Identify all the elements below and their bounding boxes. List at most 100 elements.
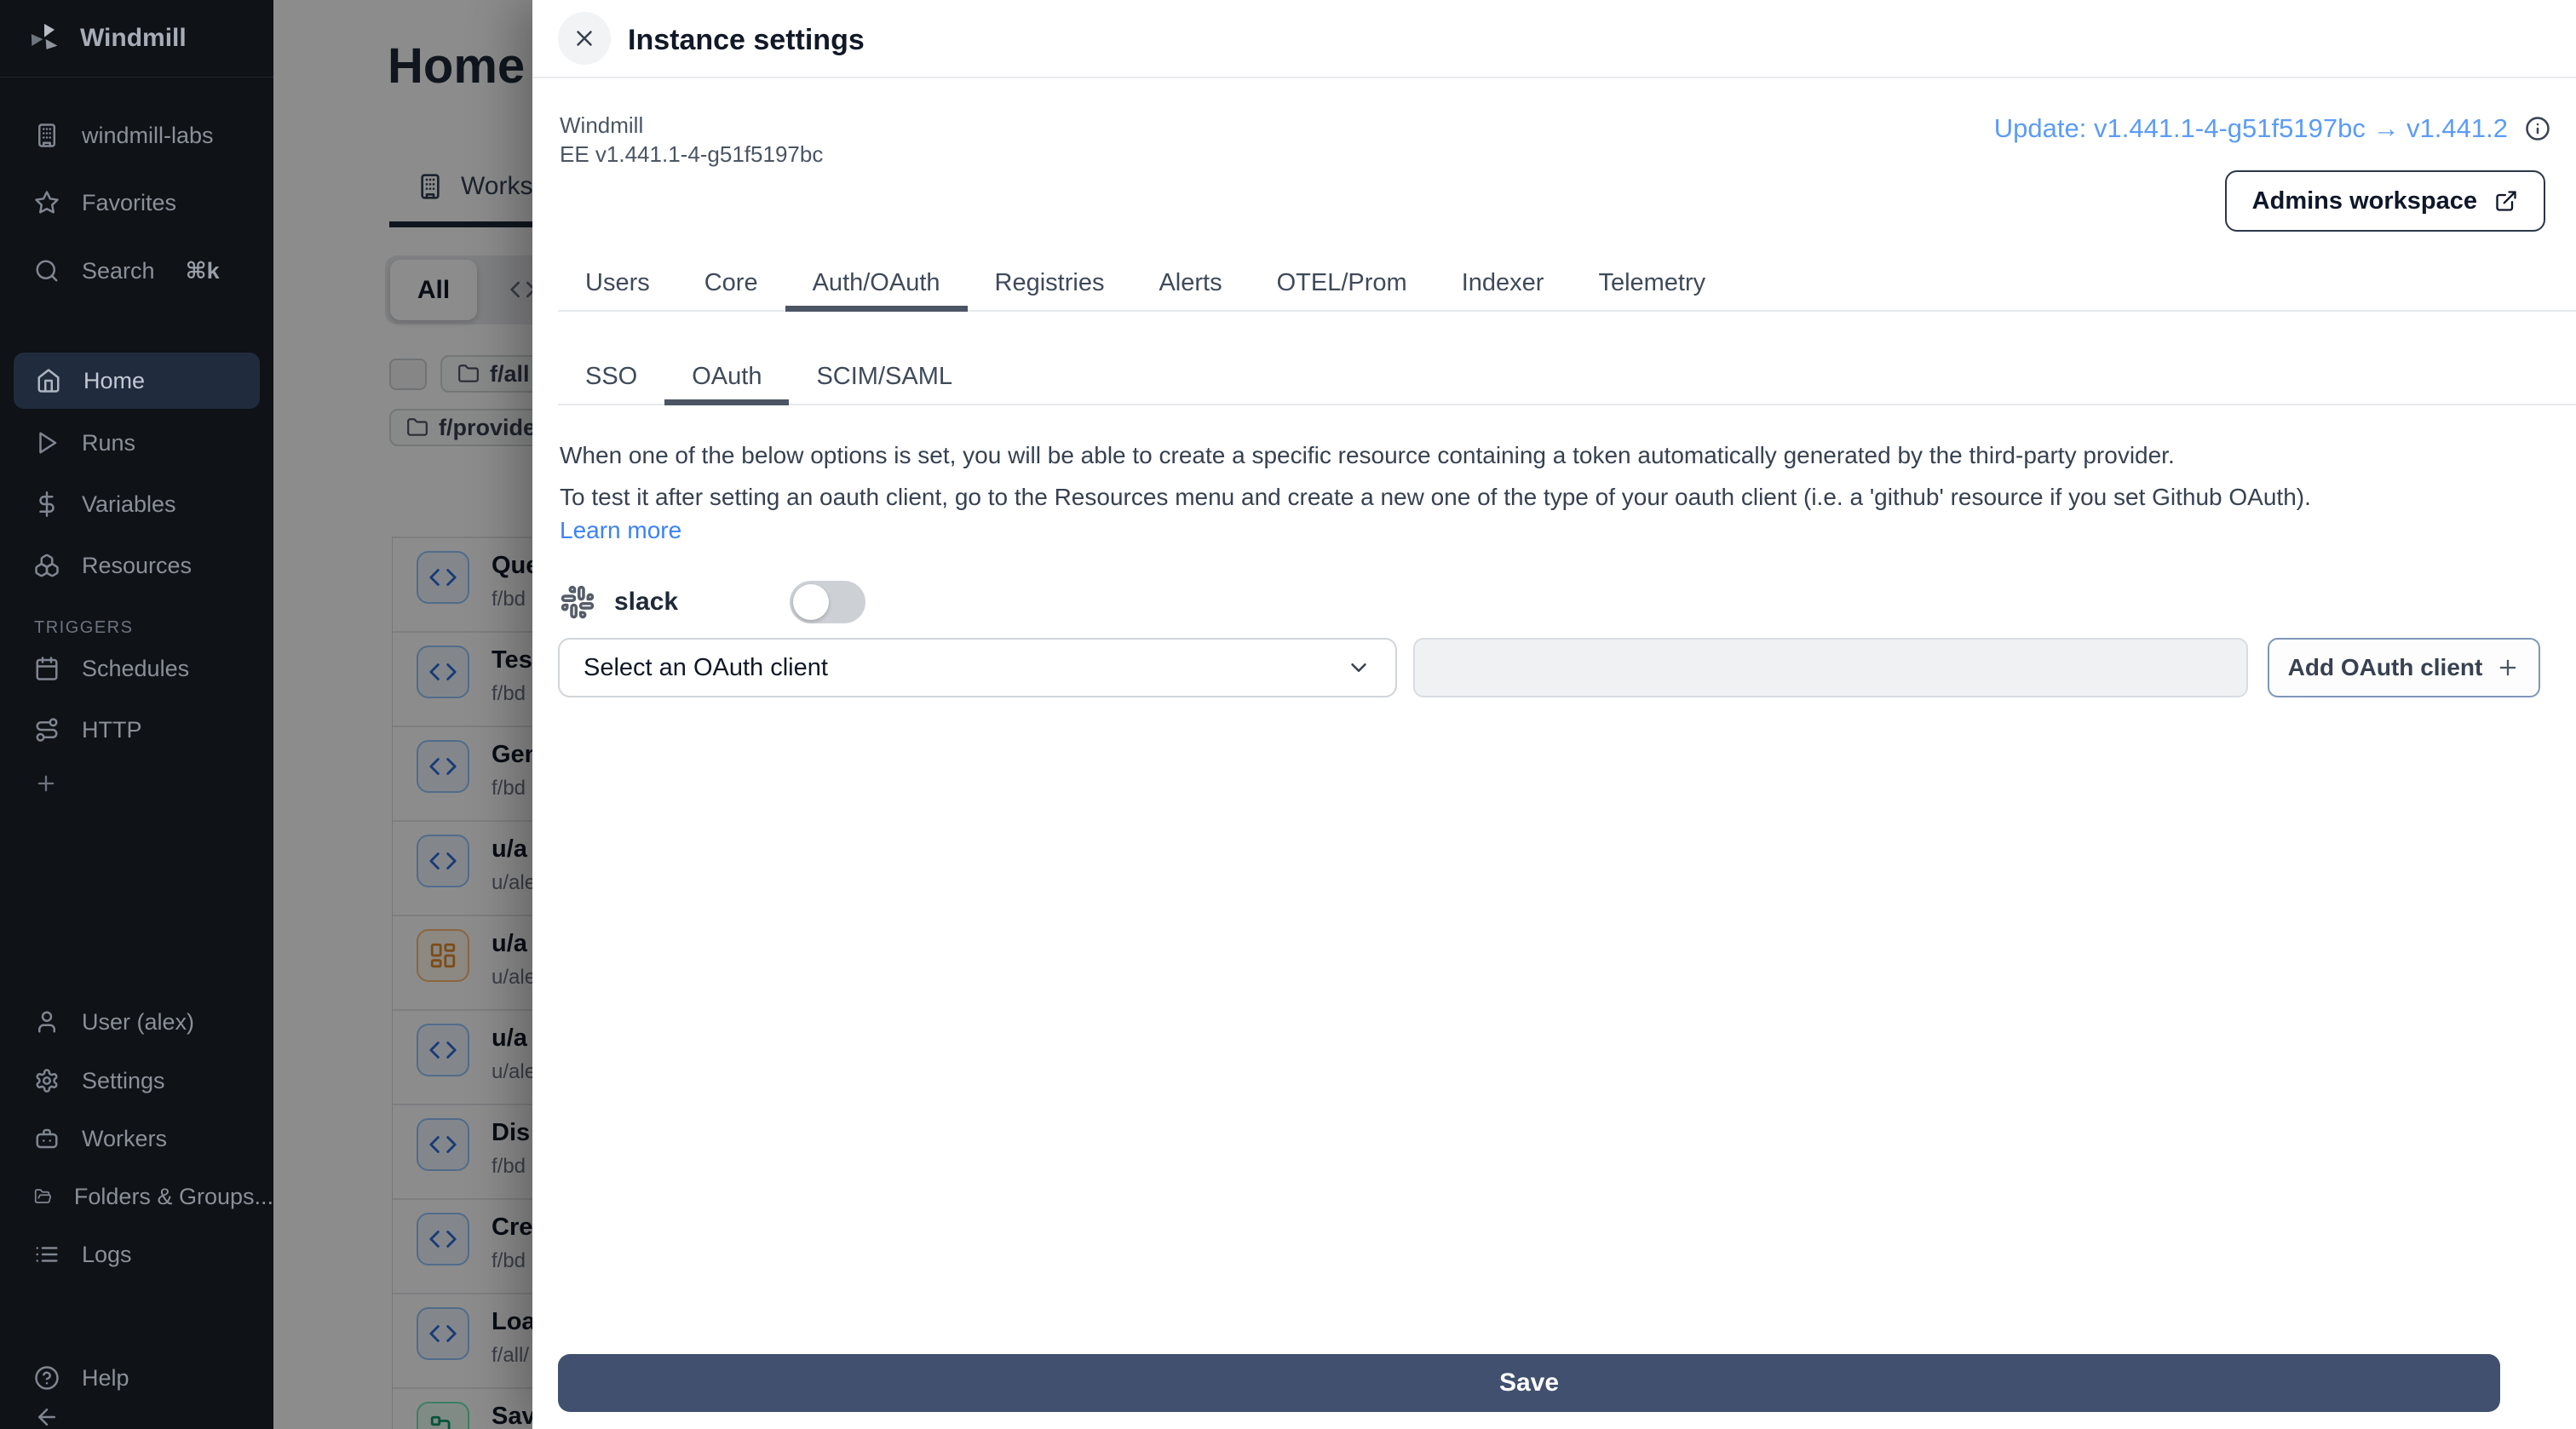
home-icon [37,369,60,393]
admins-workspace-button[interactable]: Admins workspace [2224,170,2545,232]
sidebar-item-label: User (alex) [82,1008,195,1035]
sidebar-item-workers[interactable]: Workers [0,1118,273,1159]
sidebar-item-label: Resources [82,552,193,578]
sidebar-item-http[interactable]: HTTP [0,709,273,750]
update-row: Update: v1.441.1-4-g51f5197bc → v1.441.2 [1994,113,2550,144]
sidebar-item-search[interactable]: Search ⌘k [0,250,273,291]
logo-row[interactable]: Windmill [0,0,273,77]
folder-open-icon [34,1189,52,1203]
plus-icon [37,775,55,792]
sidebar-item-label: Favorites [82,189,177,215]
plus-icon [2499,659,2516,676]
star-icon [35,191,59,214]
update-link[interactable]: Update: v1.441.1-4-g51f5197bc → v1.441.2 [1994,113,2508,144]
provider-name: slack [614,588,679,616]
sidebar-item-home[interactable]: Home [14,353,260,409]
windmill-logo-icon [31,24,58,49]
admins-workspace-label: Admins workspace [2251,187,2477,215]
tab-core[interactable]: Core [677,255,785,310]
collapse-sidebar-button[interactable] [0,1397,273,1429]
oauth-description-line2: To test it after setting an oauth client… [560,484,2311,510]
instance-settings-drawer: Instance settings Windmill EE v1.441.1-4… [532,0,2576,1429]
sidebar-item-label: Settings [82,1067,165,1093]
chevron-down-icon [1351,663,1366,672]
close-icon [577,31,592,46]
tab-auth-oauth[interactable]: Auth/OAuth [785,255,968,312]
slack-icon [561,585,595,619]
external-link-icon [2496,191,2516,211]
oauth-client-secret-input[interactable] [1413,638,2248,697]
sidebar-item-label: Schedules [82,655,190,681]
dollar-icon [39,491,55,517]
search-shortcut: ⌘k [185,257,220,284]
tab-indexer[interactable]: Indexer [1435,255,1572,310]
sidebar-item-resources[interactable]: Resources [0,545,273,586]
help-circle-icon [35,1366,59,1390]
tab-users[interactable]: Users [558,255,677,310]
auth-subtabs: SSO OAuth SCIM/SAML [558,349,2576,405]
sidebar-item-logs[interactable]: Logs [0,1234,273,1275]
subtab-oauth[interactable]: OAuth [664,349,790,405]
calendar-icon [36,657,58,680]
sidebar-item-runs[interactable]: Runs [0,422,273,463]
instance-meta: Windmill EE v1.441.1-4-g51f5197bc [560,111,823,169]
play-icon [39,432,57,454]
header-divider [532,77,2576,78]
list-icon [36,1247,58,1262]
sidebar-item-variables[interactable]: Variables [0,484,273,525]
sidebar-item-settings[interactable]: Settings [0,1060,273,1101]
sidebar-item-label: Runs [82,429,136,456]
user-icon [38,1011,55,1033]
search-icon [36,260,58,282]
sidebar-item-workspace[interactable]: windmill-labs [0,115,273,156]
save-label: Save [1498,1369,1560,1397]
subtab-sso[interactable]: SSO [558,349,664,404]
sidebar-item-label: windmill-labs [82,122,214,148]
instance-app-name: Windmill [560,112,644,138]
slack-provider-row: slack [560,579,865,625]
oauth-description: When one of the below options is set, yo… [560,434,2544,518]
sidebar-item-label: Search [82,257,155,284]
windmill-app: Windmill windmill-labs Favorites Search … [0,0,2576,1429]
sidebar-item-label: Folders & Groups... [73,1183,273,1209]
subtab-scim-saml[interactable]: SCIM/SAML [789,349,980,404]
building-icon [38,123,55,147]
save-button[interactable]: Save [558,1354,2500,1412]
sidebar-item-label: HTTP [82,716,142,743]
sidebar: Windmill windmill-labs Favorites Search … [0,0,273,1429]
worker-box-icon [36,1128,58,1149]
app-name: Windmill [80,24,187,52]
add-oauth-client-button[interactable]: Add OAuth client [2268,638,2540,697]
tab-registries[interactable]: Registries [968,255,1132,310]
tab-otel-prom[interactable]: OTEL/Prom [1250,255,1435,310]
tab-alerts[interactable]: Alerts [1131,255,1249,310]
add-trigger-button[interactable] [0,763,273,804]
sidebar-item-folders-groups[interactable]: Folders & Groups... [0,1176,273,1217]
arrow-left-icon [38,1409,55,1426]
sidebar-item-favorites[interactable]: Favorites [0,182,273,223]
triggers-section-label: TRIGGERS [34,618,134,637]
sidebar-item-label: Home [83,367,146,393]
sidebar-item-label: Logs [82,1241,132,1267]
oauth-client-select-value: Select an OAuth client [584,653,828,681]
route-icon [36,718,58,742]
oauth-description-line1: When one of the below options is set, yo… [560,442,2175,468]
drawer-title: Instance settings [628,24,865,56]
sidebar-item-user[interactable]: User (alex) [0,1001,273,1042]
add-oauth-client-label: Add OAuth client [2287,654,2483,680]
tab-telemetry[interactable]: Telemetry [1571,255,1733,310]
sidebar-item-label: Help [82,1364,129,1391]
slack-enable-toggle[interactable] [790,581,865,623]
boxes-icon [35,554,59,577]
gear-icon [36,1069,58,1093]
sidebar-item-help[interactable]: Help [0,1357,273,1398]
sidebar-item-label: Variables [82,491,176,517]
sidebar-item-schedules[interactable]: Schedules [0,648,273,689]
close-button[interactable] [558,12,611,65]
instance-version: EE v1.441.1-4-g51f5197bc [560,141,824,167]
settings-tabs: Users Core Auth/OAuth Registries Alerts … [558,255,2576,312]
toggle-knob [793,584,829,620]
learn-more-link[interactable]: Learn more [560,517,681,544]
oauth-client-select[interactable]: Select an OAuth client [558,638,1397,697]
info-icon[interactable] [2525,116,2550,141]
